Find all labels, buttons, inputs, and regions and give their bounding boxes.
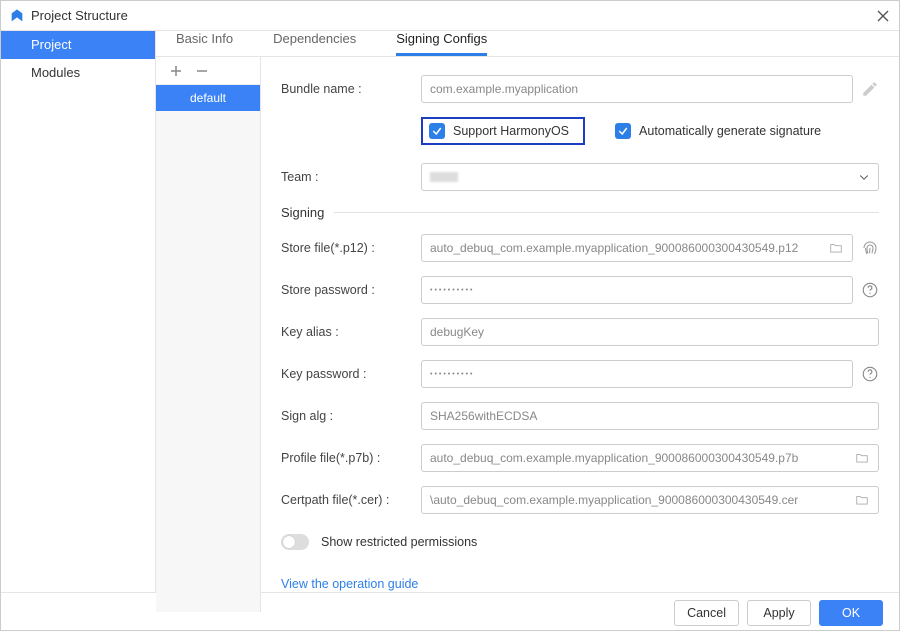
signing-section-header: Signing (281, 205, 879, 220)
certpath-file-input[interactable]: \auto_debuq_com.example.myapplication_90… (421, 486, 879, 514)
store-file-label: Store file(*.p12) : (281, 241, 421, 255)
bundle-name-label: Bundle name : (281, 82, 421, 96)
profile-file-value: auto_debuq_com.example.myapplication_900… (430, 451, 798, 465)
close-icon[interactable] (875, 8, 891, 24)
tab-dependencies[interactable]: Dependencies (273, 31, 356, 56)
sidebar-item-modules[interactable]: Modules (1, 59, 155, 87)
certpath-file-label: Certpath file(*.cer) : (281, 493, 421, 507)
fingerprint-icon[interactable] (861, 239, 879, 257)
team-value (430, 172, 458, 182)
titlebar: Project Structure (1, 1, 899, 31)
chevron-down-icon (858, 171, 870, 183)
bundle-name-input[interactable] (421, 75, 853, 103)
team-dropdown[interactable] (421, 163, 879, 191)
window-title: Project Structure (31, 8, 875, 23)
sidebar-item-project[interactable]: Project (1, 31, 155, 59)
config-item-default[interactable]: default (156, 85, 260, 111)
cancel-button[interactable]: Cancel (674, 600, 739, 626)
app-logo-icon (9, 8, 25, 24)
key-password-input[interactable] (421, 360, 853, 388)
help-icon[interactable] (861, 281, 879, 299)
restricted-permissions-label: Show restricted permissions (321, 535, 477, 549)
sign-alg-label: Sign alg : (281, 409, 421, 423)
operation-guide-link[interactable]: View the operation guide (281, 577, 418, 591)
add-config-icon[interactable] (168, 63, 184, 79)
remove-config-icon[interactable] (194, 63, 210, 79)
support-harmonyos-box: Support HarmonyOS (421, 117, 585, 145)
profile-file-label: Profile file(*.p7b) : (281, 451, 421, 465)
key-alias-label: Key alias : (281, 325, 421, 339)
signing-section-label: Signing (281, 205, 324, 220)
apply-button[interactable]: Apply (747, 600, 811, 626)
tab-basic-info[interactable]: Basic Info (176, 31, 233, 56)
auto-generate-signature-label: Automatically generate signature (639, 124, 821, 138)
store-file-value: auto_debuq_com.example.myapplication_900… (430, 241, 798, 255)
folder-icon[interactable] (854, 493, 870, 507)
sidebar: Project Modules (1, 31, 156, 592)
store-password-label: Store password : (281, 283, 421, 297)
auto-generate-signature-checkbox[interactable] (615, 123, 631, 139)
tabs: Basic Info Dependencies Signing Configs (156, 31, 899, 57)
support-harmonyos-label: Support HarmonyOS (453, 124, 569, 138)
support-harmonyos-checkbox[interactable] (429, 123, 445, 139)
tab-signing-configs[interactable]: Signing Configs (396, 31, 487, 56)
config-list-column: default (156, 57, 261, 612)
store-file-input[interactable]: auto_debuq_com.example.myapplication_900… (421, 234, 853, 262)
folder-icon[interactable] (854, 451, 870, 465)
profile-file-input[interactable]: auto_debuq_com.example.myapplication_900… (421, 444, 879, 472)
folder-icon[interactable] (828, 241, 844, 255)
key-alias-input[interactable] (421, 318, 879, 346)
store-password-input[interactable] (421, 276, 853, 304)
certpath-file-value: \auto_debuq_com.example.myapplication_90… (430, 493, 798, 507)
restricted-permissions-toggle[interactable] (281, 534, 309, 550)
team-label: Team : (281, 170, 421, 184)
key-password-label: Key password : (281, 367, 421, 381)
edit-icon[interactable] (861, 80, 879, 98)
help-icon[interactable] (861, 365, 879, 383)
ok-button[interactable]: OK (819, 600, 883, 626)
sign-alg-input[interactable] (421, 402, 879, 430)
